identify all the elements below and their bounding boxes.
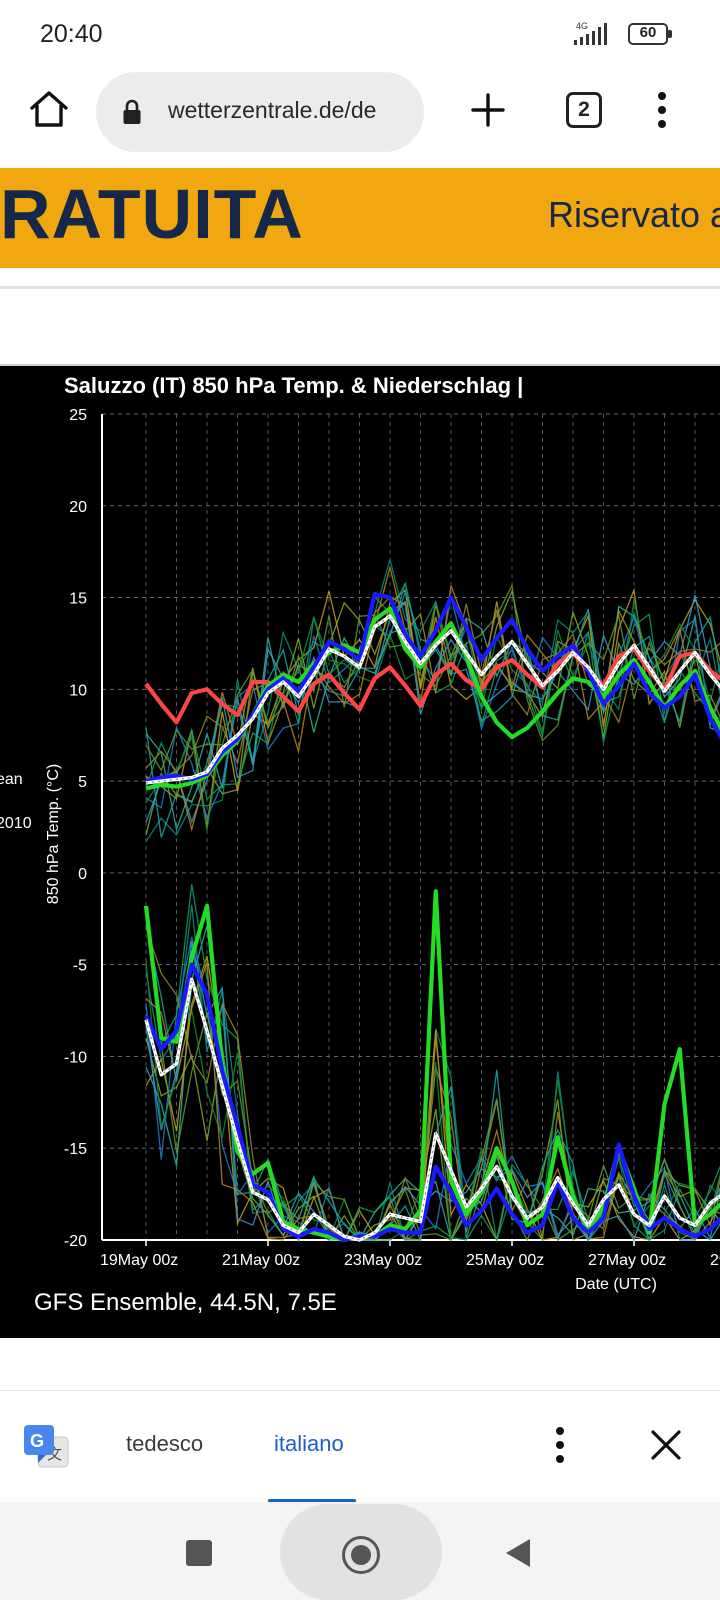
system-nav-bar (0, 1502, 720, 1600)
browser-toolbar: wetterzentrale.de/de 2 (0, 70, 720, 170)
ensemble-chart[interactable]: Saluzzo (IT) 850 hPa Temp. & Niederschla… (0, 366, 720, 1338)
y-tick-label: -10 (64, 1049, 87, 1066)
url-text[interactable]: wetterzentrale.de/de (168, 97, 418, 124)
google-translate-icon[interactable]: 文 G (24, 1425, 70, 1471)
y-tick-label: 25 (69, 407, 87, 424)
y-tick-label: -5 (73, 958, 87, 975)
x-axis-label: Date (UTC) (575, 1276, 657, 1293)
close-icon[interactable] (650, 1429, 682, 1461)
battery-level: 60 (639, 24, 657, 41)
x-tick-label: 25May 00z (466, 1252, 544, 1269)
plus-icon[interactable] (468, 90, 508, 130)
battery-icon: 60 (628, 23, 672, 45)
x-tick-label: 21May 00z (222, 1252, 300, 1269)
left-label-2: 2010 (0, 815, 32, 832)
chart-footer: GFS Ensemble, 44.5N, 7.5E (34, 1289, 337, 1316)
more-vert-icon[interactable] (546, 1425, 574, 1465)
y-tick-label: 10 (69, 682, 87, 699)
y-tick-label: 0 (78, 866, 87, 883)
x-tick-label: 27May 00z (588, 1252, 666, 1269)
page-content: RATUITA Riservato a Saluzzo (IT) 850 hPa… (0, 168, 720, 1390)
x-tick-label: 23May 00z (344, 1252, 422, 1269)
x-tick-label: 29Ma (710, 1252, 720, 1269)
tab-source-language[interactable]: tedesco (126, 1431, 203, 1457)
ad-banner[interactable]: RATUITA Riservato a (0, 168, 720, 268)
y-tick-label: 5 (78, 774, 87, 791)
divider (0, 286, 720, 289)
home-circle-icon[interactable] (342, 1536, 380, 1574)
y-tick-label: -15 (64, 1141, 87, 1158)
ad-banner-text: RATUITA (0, 175, 304, 253)
status-bar: 20:40 4G 60 (0, 0, 720, 70)
tab-target-language[interactable]: italiano (274, 1431, 344, 1457)
y-tick-label: 20 (69, 499, 87, 516)
y-tick-label: -20 (64, 1233, 87, 1250)
more-vert-icon[interactable] (648, 90, 676, 130)
home-icon[interactable] (28, 88, 70, 130)
translate-bar: 文 G tedesco italiano (0, 1390, 720, 1503)
left-label-1: ean (0, 771, 23, 788)
status-time: 20:40 (40, 20, 103, 48)
signal-icon: 4G (574, 21, 607, 45)
ad-banner-subtext: Riservato a (548, 194, 720, 235)
tabs-icon[interactable]: 2 (566, 92, 602, 128)
svg-text:G: G (30, 1431, 44, 1451)
recents-icon[interactable] (186, 1540, 212, 1566)
ensemble-chart-svg: Saluzzo (IT) 850 hPa Temp. & Niederschla… (0, 373, 720, 1316)
chart-title: Saluzzo (IT) 850 hPa Temp. & Niederschla… (64, 373, 523, 398)
y-axis-label: 850 hPa Temp. (°C) (45, 764, 62, 904)
back-icon[interactable] (506, 1539, 530, 1567)
lock-icon[interactable] (122, 99, 142, 125)
x-tick-label: 19May 00z (100, 1252, 178, 1269)
url-bar[interactable]: wetterzentrale.de/de (96, 72, 424, 152)
y-tick-label: 15 (69, 591, 87, 608)
network-type-label: 4G (576, 21, 588, 31)
